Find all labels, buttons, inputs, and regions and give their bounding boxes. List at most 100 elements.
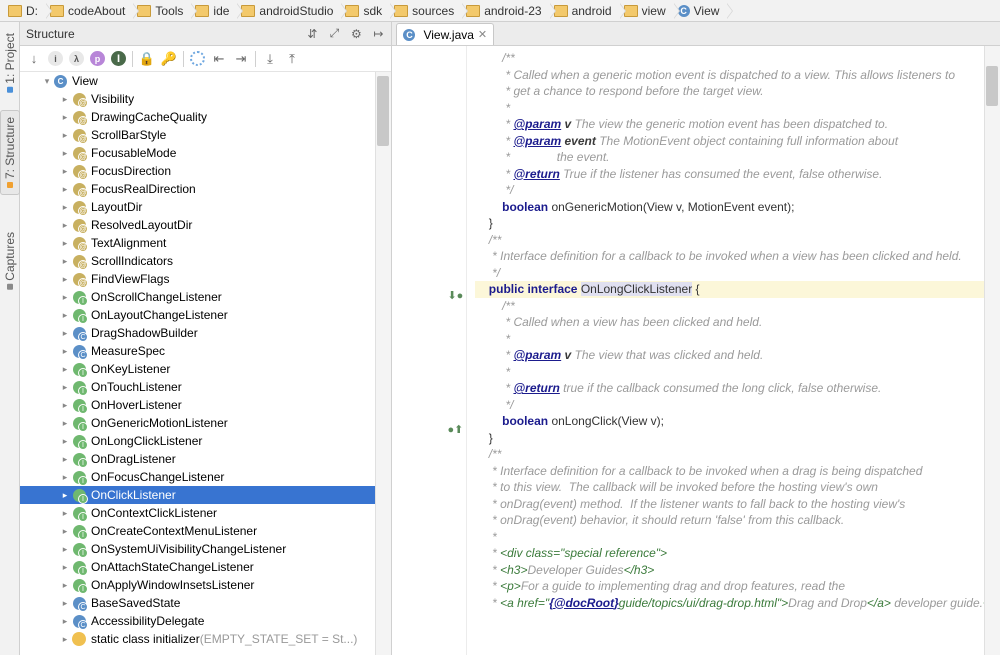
filter-dotted-icon[interactable] [190,51,205,66]
chevron-right-icon[interactable]: ▸ [60,598,70,609]
chevron-right-icon[interactable]: ▸ [60,580,70,591]
tree-item[interactable]: ▸@LayoutDir [20,198,391,216]
tree-item[interactable]: ▸IOnHoverListener [20,396,391,414]
tree-item[interactable]: ▸IOnCreateContextMenuListener [20,522,391,540]
collapse-icon[interactable]: ⇤ [211,51,227,67]
chevron-right-icon[interactable]: ▸ [60,418,70,429]
tree-item[interactable]: ▸IOnKeyListener [20,360,391,378]
tab-project[interactable]: 1: Project [0,26,20,100]
tree-item[interactable]: ▸IOnSystemUiVisibilityChangeListener [20,540,391,558]
editor-tab-view[interactable]: C View.java ✕ [396,23,494,45]
chevron-right-icon[interactable]: ▸ [60,454,70,465]
structure-tree[interactable]: ▾ C View ▸@Visibility▸@DrawingCacheQuali… [20,72,391,655]
editor-gutter[interactable]: ⬇● ●⬆ [392,46,467,655]
chevron-right-icon[interactable]: ▸ [60,274,70,285]
tree-item[interactable]: ▸@ScrollBarStyle [20,126,391,144]
annotation-icon: @ [72,164,86,178]
implement-icon[interactable]: ⬇● [447,289,463,302]
chevron-right-icon[interactable]: ▸ [60,616,70,627]
chevron-right-icon[interactable]: ▸ [60,130,70,141]
tree-item[interactable]: ▸IOnContextClickListener [20,504,391,522]
breadcrumb-item[interactable]: android-23 [454,1,549,21]
lock-icon[interactable]: 🔒 [139,51,155,67]
tree-item[interactable]: ▸@ResolvedLayoutDir [20,216,391,234]
tree-item[interactable]: ▸IOnLayoutChangeListener [20,306,391,324]
scrollbar-thumb[interactable] [377,76,389,146]
tree-item[interactable]: ▸@FocusRealDirection [20,180,391,198]
sort-icon[interactable]: ↓ [26,51,42,67]
override-icon[interactable]: ●⬆ [447,423,463,436]
chevron-right-icon[interactable]: ▸ [60,526,70,537]
code-area[interactable]: /** * Called when a generic motion event… [467,46,1000,655]
key-icon[interactable]: 🔑 [161,51,177,67]
chevron-right-icon[interactable]: ▸ [60,256,70,267]
chevron-right-icon[interactable]: ▸ [60,382,70,393]
scrollbar-thumb[interactable] [986,66,998,106]
tree-item[interactable]: ▸@DrawingCacheQuality [20,108,391,126]
tree-scrollbar[interactable] [375,72,391,655]
chevron-right-icon[interactable]: ▸ [60,202,70,213]
close-icon[interactable]: ✕ [478,28,487,41]
expand-icon[interactable]: ⤢ [327,27,341,41]
tree-item[interactable]: ▸IOnTouchListener [20,378,391,396]
tree-item[interactable]: ▸IOnGenericMotionListener [20,414,391,432]
chevron-right-icon[interactable]: ▸ [60,238,70,249]
chevron-right-icon[interactable]: ▸ [60,292,70,303]
gear-icon[interactable]: ⚙ [349,27,363,41]
chevron-right-icon[interactable]: ▸ [60,400,70,411]
breadcrumb-item[interactable]: androidStudio [229,1,341,21]
autoscroll-icon[interactable]: ⇵ [305,27,319,41]
tab-structure[interactable]: 7: Structure [0,110,20,195]
tab-captures[interactable]: Captures [0,225,20,297]
breadcrumb-item[interactable]: codeAbout [38,1,133,21]
chevron-right-icon[interactable]: ▸ [60,166,70,177]
tree-item[interactable]: ▸@Visibility [20,90,391,108]
tree-item[interactable]: ▸IOnApplyWindowInsetsListener [20,576,391,594]
chevron-right-icon[interactable]: ▸ [60,436,70,447]
chevron-right-icon[interactable]: ▸ [60,472,70,483]
tree-item[interactable]: ▸static class initializer (EMPTY_STATE_S… [20,630,391,648]
autoscroll2-icon[interactable]: ⤓ [262,51,278,67]
tree-item[interactable]: ▸CDragShadowBuilder [20,324,391,342]
editor-scrollbar[interactable] [984,46,1000,655]
tree-item[interactable]: ▸@ScrollIndicators [20,252,391,270]
filter-i2-icon[interactable]: I [111,51,126,66]
expand2-icon[interactable]: ⇥ [233,51,249,67]
tree-item[interactable]: ▸IOnClickListener [20,486,391,504]
tree-item[interactable]: ▸IOnDragListener [20,450,391,468]
chevron-right-icon[interactable]: ▸ [60,148,70,159]
tree-item-label: OnHoverListener [91,398,182,412]
chevron-right-icon[interactable]: ▸ [60,562,70,573]
scrollfrom-icon[interactable]: ⤒ [284,51,300,67]
tree-item[interactable]: ▸@FindViewFlags [20,270,391,288]
tree-item[interactable]: ▸IOnFocusChangeListener [20,468,391,486]
chevron-right-icon[interactable]: ▸ [60,346,70,357]
chevron-right-icon[interactable]: ▸ [60,310,70,321]
chevron-right-icon[interactable]: ▸ [60,184,70,195]
tree-item[interactable]: ▸IOnLongClickListener [20,432,391,450]
tree-item[interactable]: ▸CMeasureSpec [20,342,391,360]
tree-item[interactable]: ▸CAccessibilityDelegate [20,612,391,630]
chevron-right-icon[interactable]: ▸ [60,634,70,645]
chevron-right-icon[interactable]: ▸ [60,490,70,501]
tree-item[interactable]: ▸@TextAlignment [20,234,391,252]
chevron-down-icon[interactable]: ▾ [42,76,52,87]
chevron-right-icon[interactable]: ▸ [60,112,70,123]
tree-root[interactable]: ▾ C View [20,72,391,90]
tree-item[interactable]: ▸@FocusableMode [20,144,391,162]
filter-lambda-icon[interactable]: λ [69,51,84,66]
filter-i-icon[interactable]: i [48,51,63,66]
tree-item[interactable]: ▸IOnScrollChangeListener [20,288,391,306]
tree-item-label: OnScrollChangeListener [91,290,222,304]
tree-item[interactable]: ▸CBaseSavedState [20,594,391,612]
chevron-right-icon[interactable]: ▸ [60,544,70,555]
chevron-right-icon[interactable]: ▸ [60,220,70,231]
chevron-right-icon[interactable]: ▸ [60,508,70,519]
chevron-right-icon[interactable]: ▸ [60,328,70,339]
filter-p-icon[interactable]: p [90,51,105,66]
tree-item[interactable]: ▸@FocusDirection [20,162,391,180]
chevron-right-icon[interactable]: ▸ [60,364,70,375]
tree-item[interactable]: ▸IOnAttachStateChangeListener [20,558,391,576]
hide-icon[interactable]: ↦ [371,27,385,41]
chevron-right-icon[interactable]: ▸ [60,94,70,105]
